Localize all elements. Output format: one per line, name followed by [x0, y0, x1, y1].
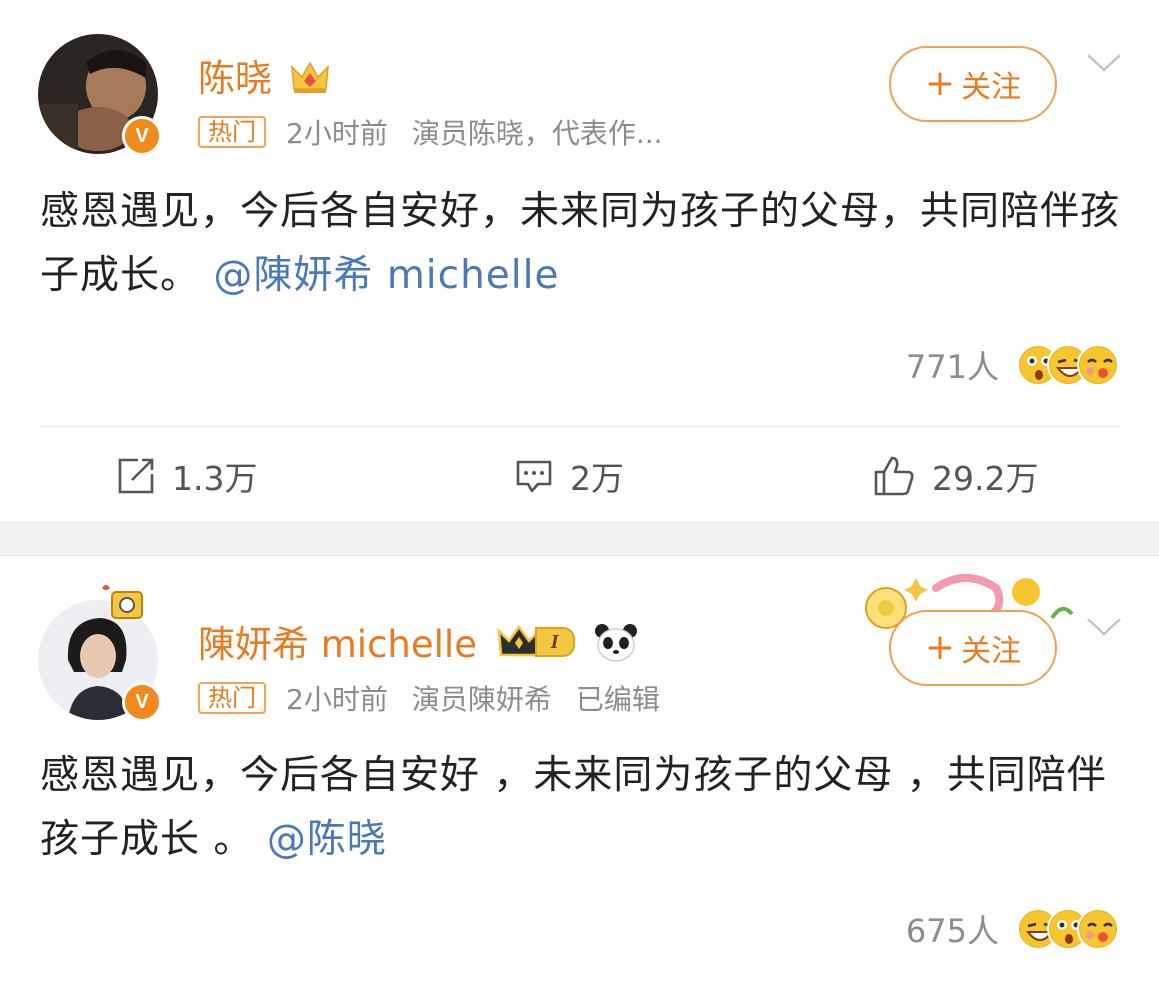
user-avatar[interactable]: V — [38, 585, 162, 722]
post-text: 感恩遇见，今后各自安好 ，未来同为孩子的父母 ，共同陪伴孩子成长 。 — [40, 753, 1107, 862]
follow-button[interactable]: + 关注 — [889, 610, 1057, 686]
post-meta: 热门 2小时前 演员陈晓，代表作... — [198, 112, 687, 152]
reaction-summary[interactable]: 771人 — [906, 342, 1119, 388]
post-card: V 陈晓 热门 2小时前 演员陈晓，代表作... + 关注 感恩遇见，今后各自安… — [0, 0, 1159, 522]
follow-label: 关注 — [961, 70, 1022, 105]
user-avatar[interactable]: V — [38, 34, 162, 156]
like-count: 29.2万 — [932, 459, 1039, 498]
like-button[interactable]: 29.2万 — [872, 452, 1038, 500]
follow-button[interactable]: + 关注 — [889, 46, 1057, 122]
hot-tag: 热门 — [198, 116, 266, 148]
mention-link[interactable]: @陳妍希 michelle — [213, 253, 559, 298]
kiss-emoji-icon — [1077, 344, 1119, 386]
crown-level-icon: I — [497, 623, 575, 661]
reaction-count: 771人 — [905, 348, 999, 386]
chevron-down-icon[interactable] — [1086, 52, 1122, 74]
post-content: 感恩遇见，今后各自安好，未来同为孩子的父母，共同陪伴孩子成长。 @陳妍希 mic… — [40, 180, 1120, 308]
verified-v-icon: V — [122, 116, 162, 156]
user-name[interactable]: 陈晓 — [198, 48, 330, 102]
crown-icon — [290, 61, 329, 93]
repost-count: 1.3万 — [172, 459, 258, 498]
reaction-summary[interactable]: 675人 — [906, 906, 1119, 952]
mention-link[interactable]: @陈晓 — [267, 817, 387, 862]
post-time: 2小时前 — [286, 117, 388, 150]
verified-v-icon: V — [122, 682, 162, 722]
repost-button[interactable]: 1.3万 — [116, 452, 257, 500]
kiss-emoji-icon — [1077, 908, 1119, 950]
post-separator — [0, 522, 1159, 556]
comment-count: 2万 — [570, 459, 624, 498]
user-description: 演员陈晓，代表作... — [411, 117, 663, 150]
follow-label: 关注 — [961, 634, 1022, 669]
plus-icon: + — [924, 627, 956, 668]
comment-icon — [516, 460, 552, 493]
chevron-down-icon[interactable] — [1086, 616, 1122, 638]
comment-button[interactable]: 2万 — [514, 452, 624, 500]
post-card: V 陳妍希 michelle I 热门 2小时前 演员陳妍希 已编辑 + 关注 … — [0, 556, 1159, 990]
camera-charm-icon — [102, 585, 143, 619]
edited-label: 已编辑 — [575, 683, 660, 716]
post-time: 2小时前 — [286, 683, 388, 716]
post-text: 感恩遇见，今后各自安好，未来同为孩子的父母，共同陪伴孩子成长。 — [40, 189, 1121, 298]
divider — [40, 426, 1120, 427]
repost-icon — [118, 458, 154, 494]
user-name[interactable]: 陳妍希 michelle I — [198, 614, 638, 668]
post-content: 感恩遇见，今后各自安好 ，未来同为孩子的父母 ，共同陪伴孩子成长 。 @陈晓 — [40, 744, 1120, 872]
user-description: 演员陳妍希 — [411, 683, 552, 716]
level-badge: I — [534, 627, 575, 657]
panda-icon — [595, 624, 638, 662]
thumbs-up-icon — [874, 456, 914, 496]
post-meta: 热门 2小时前 演员陳妍希 已编辑 — [198, 678, 684, 718]
hot-tag: 热门 — [198, 682, 266, 714]
reaction-count: 675人 — [905, 912, 999, 950]
plus-icon: + — [924, 63, 956, 104]
